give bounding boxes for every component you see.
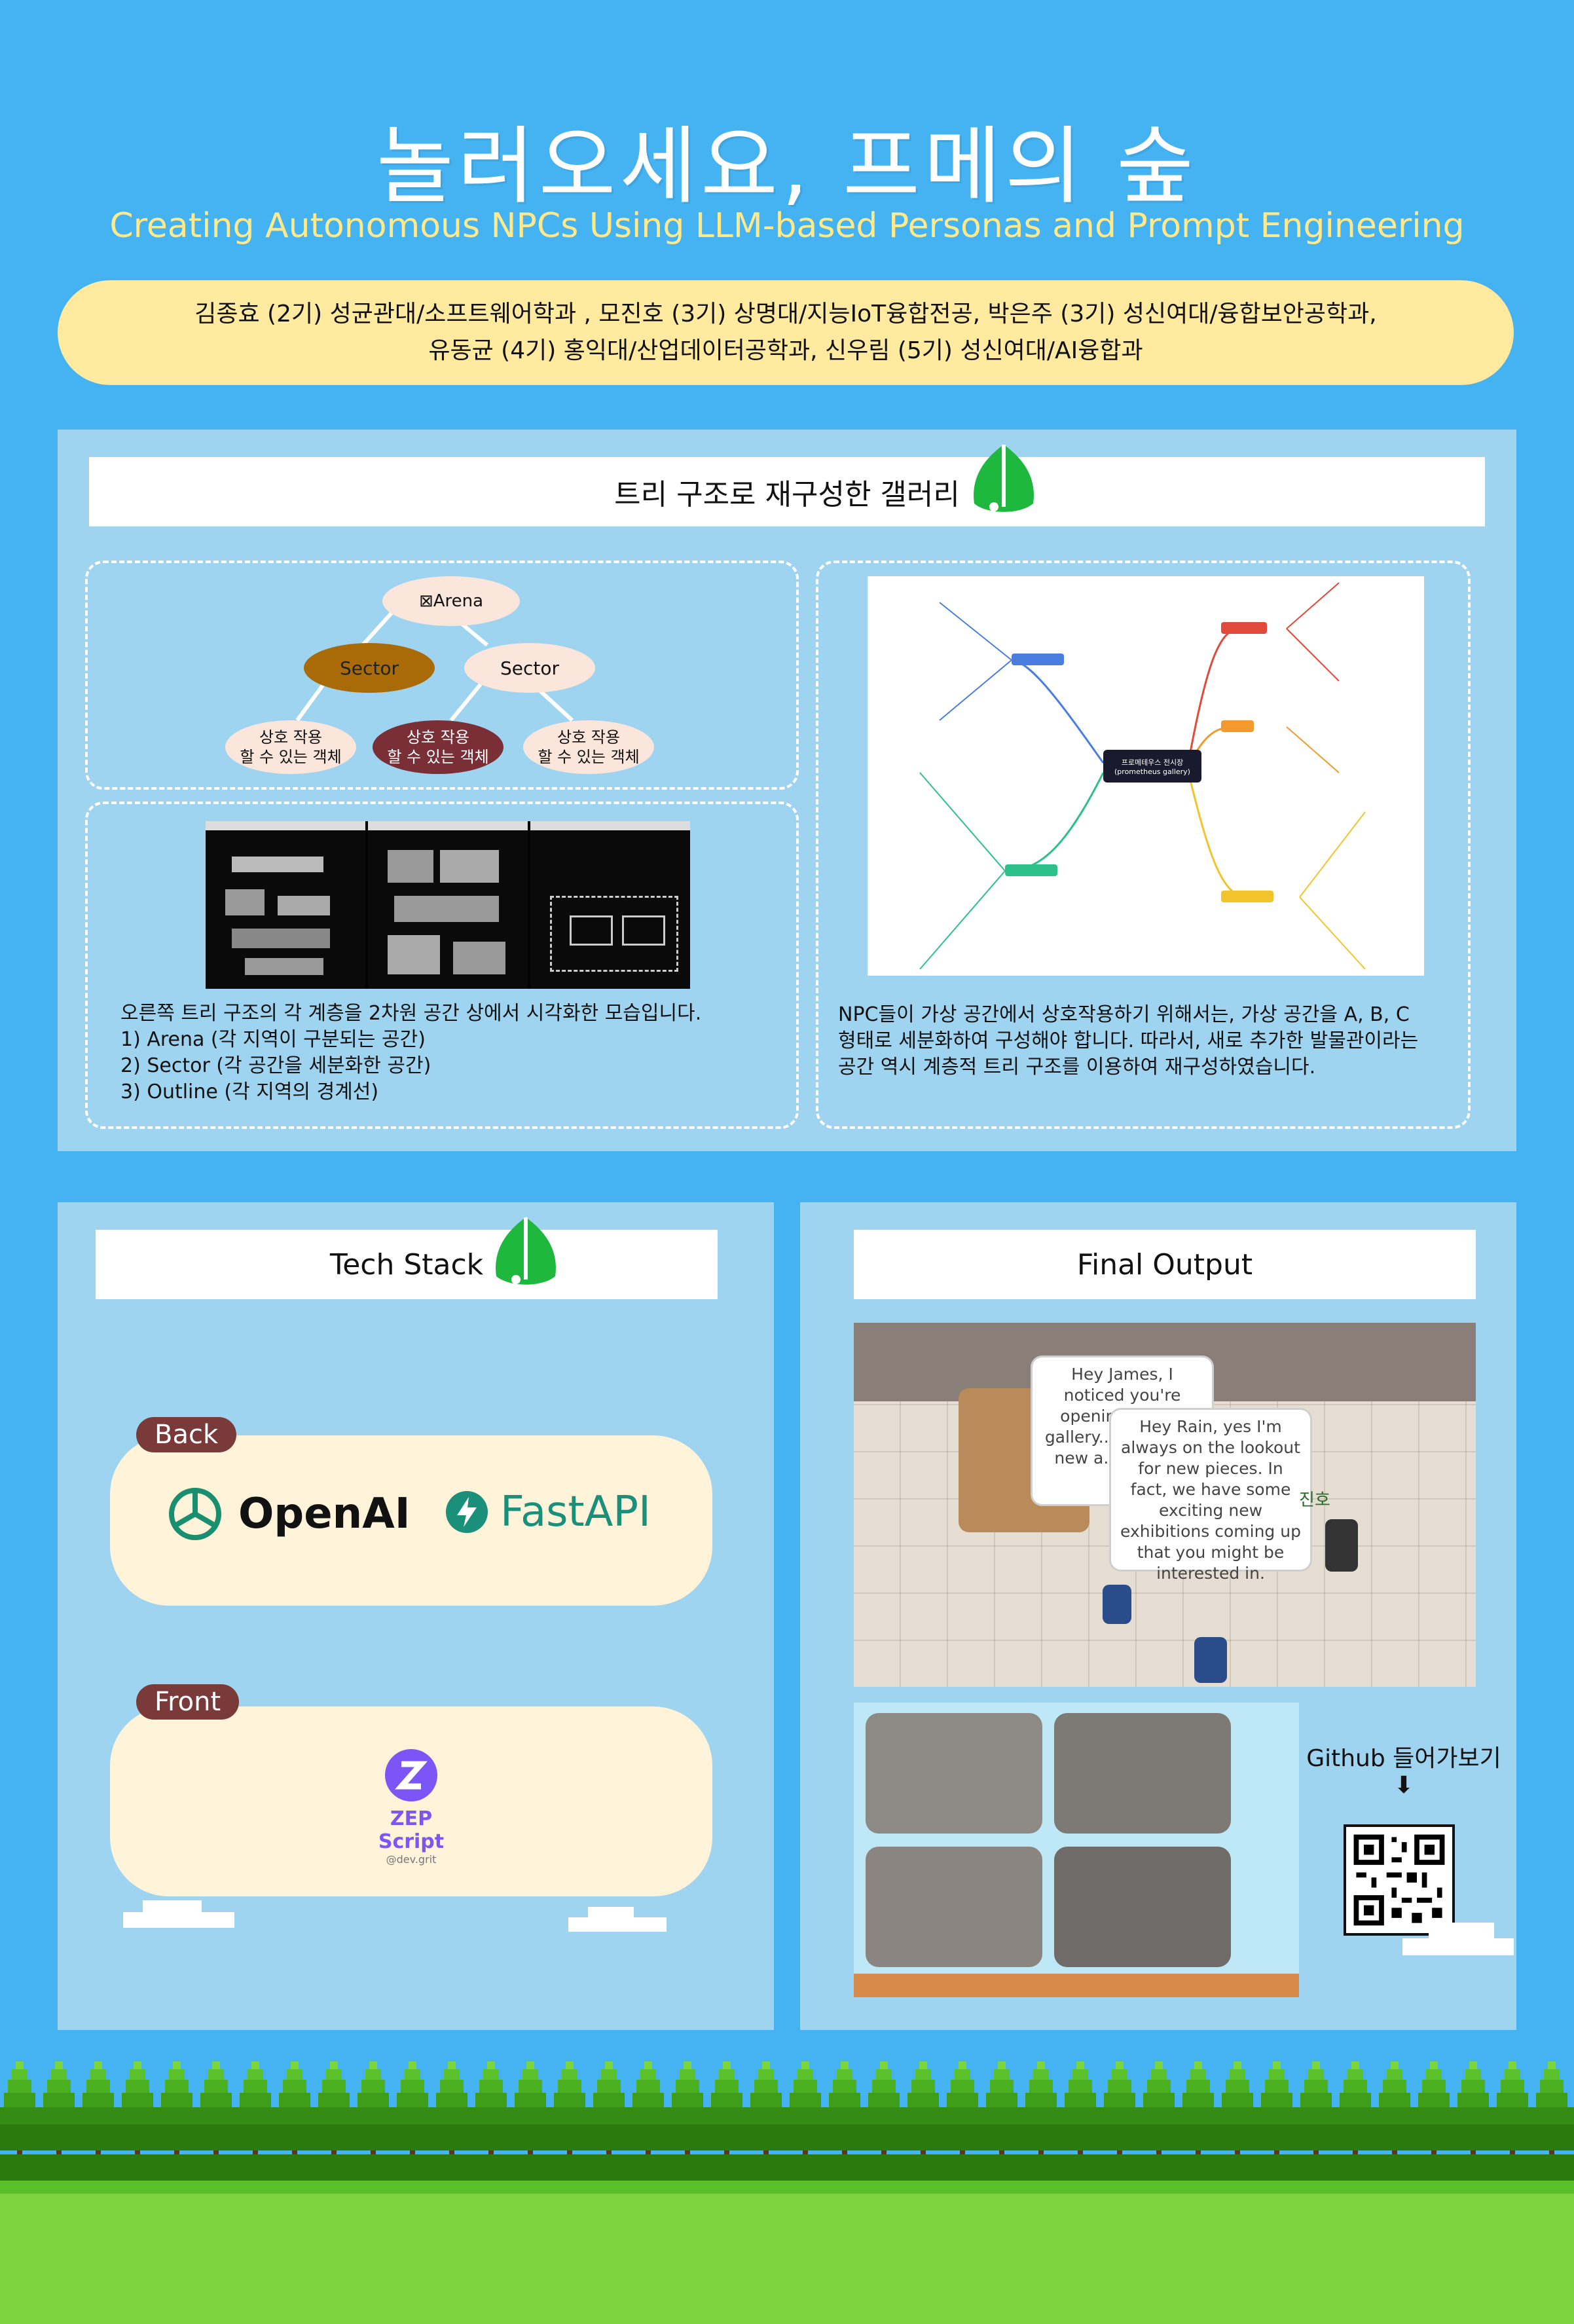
map-caption-line-1: 오른쪽 트리 구조의 각 계층을 2차원 공간 상에서 시각화한 모습입니다.	[120, 1002, 702, 1025]
player-character	[1194, 1637, 1227, 1683]
tech-title: Tech Stack	[329, 1247, 484, 1282]
backend-card: OpenAI FastAPI	[110, 1435, 712, 1606]
zep-label: ZEP Script	[378, 1807, 445, 1853]
game-screenshot: Hey James, I noticed you're opening up t…	[854, 1323, 1476, 1687]
photo-strip-ground	[854, 1974, 1299, 1997]
mindmap-caption-line-3: 공간 역시 계층적 트리 구조를 이용하여 재구성하였습니다.	[838, 1056, 1316, 1079]
mindmap-image: 프로메테우스 전시장 (prometheus gallery)	[868, 576, 1424, 976]
cloud-decoration	[588, 1907, 634, 1920]
npc-name-label: 진호	[1299, 1490, 1330, 1510]
mindmap-caption: NPC들이 가상 공간에서 상호작용하기 위해서는, 가상 공간을 A, B, …	[838, 1002, 1418, 1080]
tech-title-bar: Tech Stack	[96, 1230, 718, 1299]
map-caption-line-3: 2) Sector (각 공간을 세분화한 공간)	[120, 1054, 431, 1077]
mindmap-node	[1221, 720, 1254, 732]
mindmap-node	[1012, 654, 1064, 665]
poster-subtitle: Creating Autonomous NPCs Using LLM-based…	[109, 206, 1465, 246]
tree-node-object-3: 상호 작용 할 수 있는 객체	[523, 720, 654, 774]
back-tag: Back	[136, 1417, 237, 1452]
mindmap-node	[1221, 622, 1267, 634]
output-title-bar: Final Output	[854, 1230, 1476, 1299]
team-photo	[866, 1847, 1042, 1967]
fastapi-label: FastAPI	[500, 1488, 651, 1536]
fastapi-icon	[446, 1491, 488, 1533]
output-title: Final Output	[1076, 1247, 1253, 1282]
mindmap-node	[1221, 891, 1273, 902]
github-qr-code[interactable]	[1344, 1824, 1455, 1936]
tree-node-object-2: 상호 작용 할 수 있는 객체	[373, 720, 503, 774]
mindmap-node	[1005, 864, 1057, 876]
authors-line-2: 유동균 (4기) 홍익대/산업데이터공학과, 신우림 (5기) 성신여대/AI융…	[428, 337, 1143, 364]
outline-map-image	[530, 821, 690, 989]
npc-character	[1325, 1519, 1358, 1572]
map-visualization-box: 오른쪽 트리 구조의 각 계층을 2차원 공간 상에서 시각화한 모습입니다. …	[85, 802, 799, 1129]
tree-node-object-1: 상호 작용 할 수 있는 객체	[225, 720, 356, 774]
map-caption-line-2: 1) Arena (각 지역이 구분되는 공간)	[120, 1028, 426, 1051]
cloud-decoration	[143, 1900, 202, 1916]
tree-node-sector-2: Sector	[464, 643, 595, 693]
zep-logo: ZEP Script @dev.grit	[359, 1746, 464, 1866]
mindmap-caption-line-2: 형태로 세분화하여 구성해야 합니다. 따라서, 새로 추가한 발물관이라는	[838, 1029, 1419, 1052]
map-caption-line-4: 3) Outline (각 지역의 경계선)	[120, 1080, 379, 1103]
cloud-decoration	[1402, 1938, 1514, 1955]
openai-label: OpenAI	[238, 1490, 411, 1538]
team-photo	[1054, 1713, 1231, 1834]
mindmap-center-node: 프로메테우스 전시장 (prometheus gallery)	[1103, 750, 1201, 783]
fastapi-logo: FastAPI	[444, 1488, 651, 1536]
tree-node-arena: ⊠Arena	[382, 576, 520, 626]
map-caption: 오른쪽 트리 구조의 각 계층을 2차원 공간 상에서 시각화한 모습입니다. …	[120, 1001, 701, 1105]
leaf-icon	[496, 1217, 556, 1285]
tree-diagram-box: ⊠Arena Sector Sector 상호 작용 할 수 있는 객체 상호 …	[85, 561, 799, 790]
openai-logo: OpenAI	[162, 1481, 411, 1547]
authors-line-1: 김종효 (2기) 성균관대/소프트웨어학과 , 모진호 (3기) 상명대/지능I…	[194, 301, 1377, 327]
final-output-panel: Final Output Hey James, I noticed you're…	[800, 1202, 1516, 2030]
authors-banner: 김종효 (2기) 성균관대/소프트웨어학과 , 모진호 (3기) 상명대/지능I…	[58, 280, 1514, 385]
map-screenshots	[206, 821, 690, 989]
gallery-title: 트리 구조로 재구성한 갤러리	[614, 478, 960, 511]
team-photo-strip	[854, 1703, 1299, 1997]
zep-sublabel: @dev.grit	[386, 1853, 437, 1866]
openai-icon	[169, 1488, 221, 1540]
frontend-card: ZEP Script @dev.grit	[110, 1706, 712, 1896]
mindmap-caption-line-1: NPC들이 가상 공간에서 상호작용하기 위해서는, 가상 공간을 A, B, …	[838, 1003, 1410, 1026]
mindmap-center-label: 프로메테우스 전시장	[1121, 758, 1184, 767]
tech-stack-panel: Tech Stack OpenAI FastAPI Back ZEP Scrip…	[58, 1202, 774, 2030]
mindmap-box: 프로메테우스 전시장 (prometheus gallery) NPC들이 가상…	[816, 561, 1471, 1129]
npc-character	[1103, 1585, 1131, 1624]
cloud-decoration	[1429, 1923, 1494, 1940]
qr-code-icon	[1353, 1834, 1445, 1926]
gallery-title-bar: 트리 구조로 재구성한 갤러리	[89, 457, 1485, 526]
leaf-icon	[974, 445, 1034, 512]
poster-title: 놀러오세요, 프메의 숲	[376, 118, 1198, 215]
team-photo	[1054, 1847, 1231, 1967]
gallery-panel: 트리 구조로 재구성한 갤러리 ⊠Arena Sector Sector 상호 …	[58, 430, 1516, 1151]
tree-node-sector-1: Sector	[304, 643, 435, 693]
github-label: Github 들어가보기	[1306, 1745, 1501, 1772]
mindmap-center-sublabel: (prometheus gallery)	[1114, 767, 1190, 776]
pixel-forest	[0, 2056, 1574, 2324]
down-arrow-icon: ⬇	[1393, 1772, 1414, 1799]
front-tag: Front	[136, 1684, 240, 1720]
npc-speech-bubble-2: Hey Rain, yes I'm always on the lookout …	[1109, 1408, 1312, 1583]
sector-map-image	[368, 821, 528, 989]
team-photo	[866, 1713, 1042, 1834]
zep-icon	[385, 1749, 437, 1801]
arena-map-image	[206, 821, 365, 989]
